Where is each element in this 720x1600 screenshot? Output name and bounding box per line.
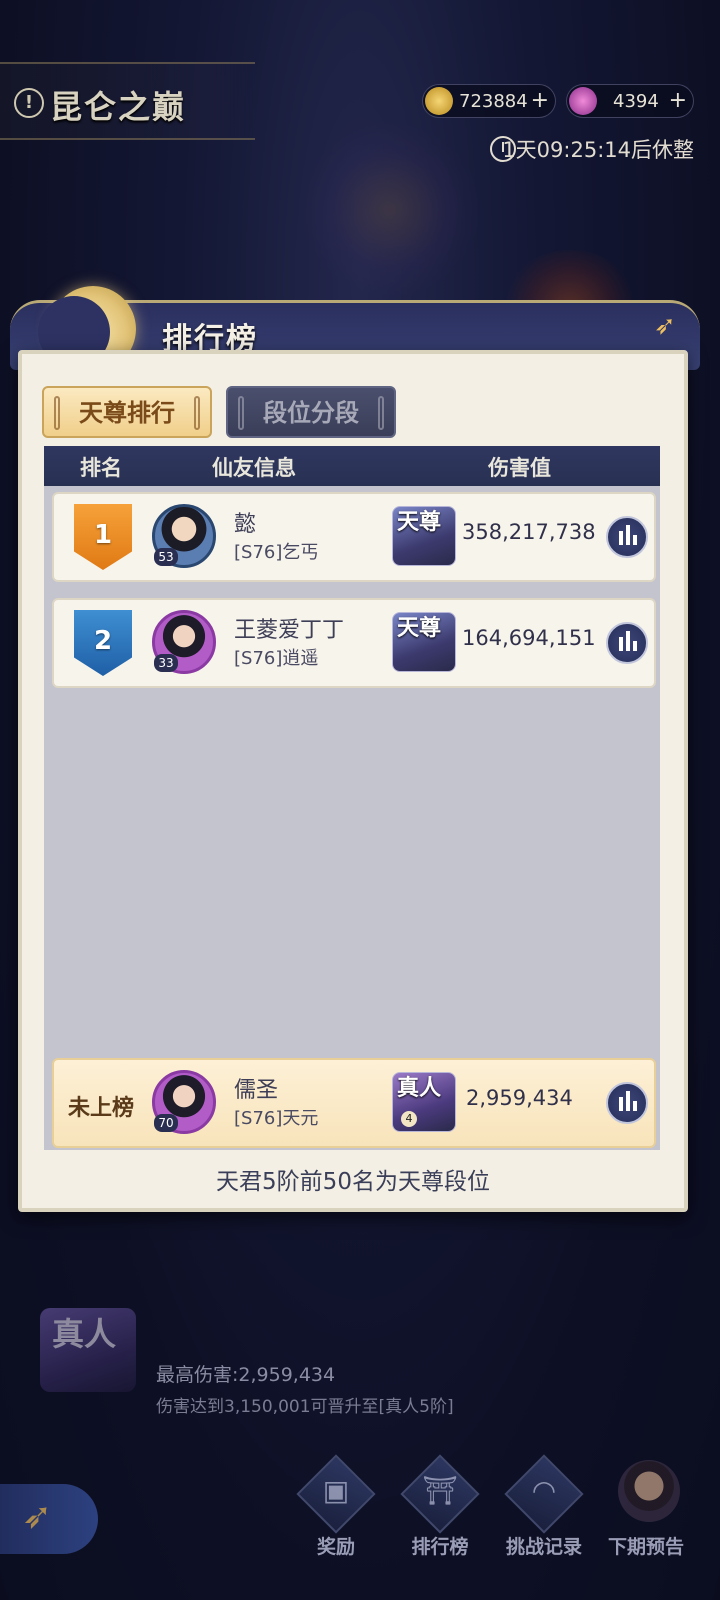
bar-chart-icon (626, 631, 630, 651)
bar-chart-icon (619, 1097, 623, 1111)
column-rank: 排名 (80, 456, 122, 480)
promotion-hint: 伤害达到3,150,001可晋升至[真人5阶] (156, 1397, 454, 1417)
column-player-info: 仙友信息 (212, 456, 296, 480)
player-name: 王菱爱丁丁 (234, 618, 345, 643)
bar-chart-icon (619, 531, 623, 545)
my-ranking-row[interactable]: 未上榜 70 儒圣 [S76]天元 真人 4 2,959,434 (52, 1058, 656, 1148)
tier-emblem-icon: 天尊 (392, 506, 456, 566)
damage-value: 358,217,738 (462, 520, 596, 544)
tab-ornament-icon (238, 396, 244, 430)
player-guild: [S76]乞丐 (234, 542, 319, 563)
back-arrow-icon: ➶ (22, 1496, 53, 1537)
tier-label: 天尊 (397, 510, 442, 535)
player-guild: [S76]逍遥 (234, 648, 319, 669)
tier-emblem-icon: 天尊 (392, 612, 456, 672)
tab-tier-divisions[interactable]: 段位分段 (226, 386, 396, 438)
bar-chart-icon (633, 1101, 637, 1111)
stats-chart-button[interactable] (606, 622, 648, 664)
tier-rule-note: 天君5阶前50名为天尊段位 (216, 1169, 490, 1195)
nav-challenge-record[interactable]: ◠ 挑战记录 (498, 1454, 588, 1560)
gold-coin-icon (425, 87, 453, 115)
ranking-list[interactable] (44, 486, 660, 1150)
nav-label: 挑战记录 (505, 1536, 582, 1558)
unranked-label: 未上榜 (68, 1096, 135, 1121)
tier-emblem-icon: 真人 (40, 1308, 136, 1392)
tab-ornament-icon (378, 396, 384, 430)
table-header: 排名 仙友信息 伤害值 (44, 446, 660, 486)
purple-amount: 4394 (613, 91, 659, 112)
player-guild: [S76]天元 (234, 1108, 319, 1129)
back-button[interactable]: ➶ (0, 1484, 98, 1554)
add-purple-button[interactable]: + (669, 89, 687, 113)
damage-value: 164,694,151 (462, 626, 596, 650)
column-damage: 伤害值 (488, 456, 551, 480)
tier-label: 真人 (397, 1076, 442, 1101)
best-tier-label: 真人 (52, 1315, 117, 1353)
nav-label: 排行榜 (411, 1536, 469, 1558)
preview-portrait-icon (618, 1460, 680, 1522)
bar-chart-icon (619, 637, 623, 651)
bar-chart-icon (633, 535, 637, 545)
rank-number: 1 (93, 520, 113, 550)
tab-label: 段位分段 (263, 399, 359, 427)
reward-chest-icon: ▣ (322, 1474, 350, 1507)
rest-timer: 1天09:25:14后休整 (502, 138, 694, 162)
currency-purple: 4394 + (566, 84, 694, 118)
nav-label: 奖励 (316, 1536, 355, 1558)
nav-ranking[interactable]: ⛩ 排行榜 (394, 1454, 484, 1560)
bar-chart-icon (626, 1091, 630, 1111)
damage-value: 2,959,434 (466, 1086, 573, 1110)
avatar-level: 53 (154, 548, 178, 566)
rank-number: 2 (93, 626, 113, 656)
bar-chart-icon (626, 525, 630, 545)
tab-tianzun-ranking[interactable]: 天尊排行 (42, 386, 212, 438)
ranking-icon: ⛩ (422, 1474, 458, 1507)
rank-badge-blue: 2 (74, 610, 132, 676)
rank-badge-gold: 1 (74, 504, 132, 570)
tab-ornament-icon (54, 396, 60, 430)
page-title: 昆仑之巅 (50, 88, 187, 126)
tab-ornament-icon (194, 396, 200, 430)
nav-reward[interactable]: ▣ 奖励 (290, 1454, 380, 1560)
bar-chart-icon (633, 641, 637, 651)
tier-emblem-icon: 真人 4 (392, 1072, 456, 1132)
tier-label: 天尊 (397, 616, 442, 641)
max-damage-text: 最高伤害:2,959,434 (156, 1364, 336, 1386)
ranking-row[interactable]: 2 33 王菱爱丁丁 [S76]逍遥 天尊 164,694,151 (52, 598, 656, 688)
stats-chart-button[interactable] (606, 1082, 648, 1124)
avatar-level: 33 (154, 654, 178, 672)
tier-stage: 4 (401, 1111, 417, 1127)
player-name: 懿 (234, 512, 257, 537)
nav-next-preview[interactable]: 下期预告 (600, 1460, 690, 1560)
ranking-row[interactable]: 1 53 懿 [S76]乞丐 天尊 358,217,738 (52, 492, 656, 582)
bird-icon: ➶ (654, 311, 676, 341)
record-icon: ◠ (531, 1474, 557, 1507)
tab-label: 天尊排行 (79, 399, 175, 427)
info-icon[interactable]: ! (14, 88, 44, 118)
gold-amount: 723884 (459, 91, 528, 112)
purple-flame-icon (569, 87, 597, 115)
avatar-level: 70 (154, 1114, 178, 1132)
nav-label: 下期预告 (607, 1536, 684, 1558)
currency-gold: 723884 + (422, 84, 556, 118)
add-gold-button[interactable]: + (531, 89, 549, 113)
stats-chart-button[interactable] (606, 516, 648, 558)
player-name: 儒圣 (234, 1078, 279, 1103)
